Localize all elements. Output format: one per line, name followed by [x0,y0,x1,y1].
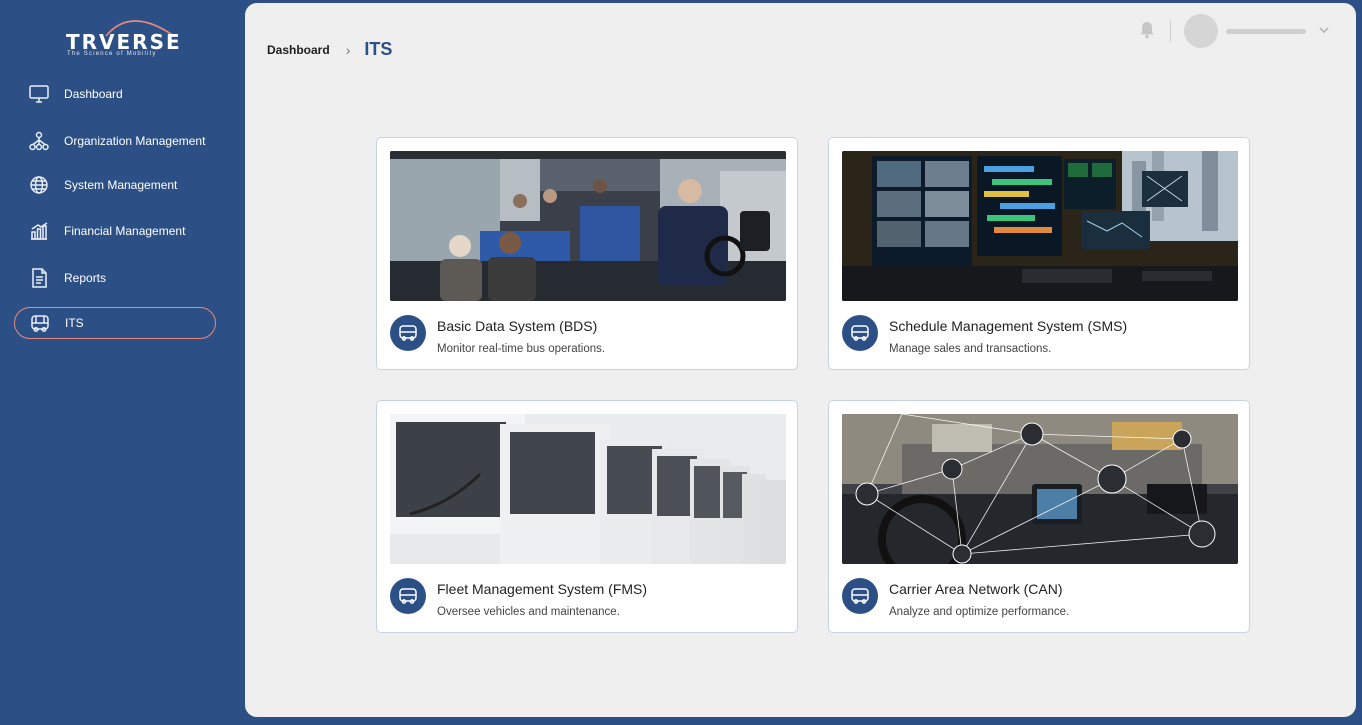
globe-icon [28,174,50,196]
main-panel: Dashboard › ITS Basic Data System (BDS) … [245,3,1356,717]
bus-icon [842,315,878,351]
sidebar-item-label: System Management [64,178,178,192]
breadcrumb: Dashboard › ITS [267,39,392,60]
bus-icon [390,578,426,614]
monitor-icon [28,83,50,105]
card-title: Schedule Management System (SMS) [889,318,1128,334]
sidebar-item-label: Organization Management [64,134,206,148]
card-can[interactable]: Carrier Area Network (CAN) Analyze and o… [828,400,1250,633]
control-room-image [842,151,1238,301]
sidebar-item-reports[interactable]: Reports [14,262,216,294]
sidebar-item-label: Dashboard [64,87,123,101]
network-dashboard-image [842,414,1238,564]
card-fms[interactable]: Fleet Management System (FMS) Oversee ve… [376,400,798,633]
header-divider [1170,20,1171,42]
card-title: Fleet Management System (FMS) [437,581,648,597]
sidebar-item-its[interactable]: ITS [14,307,216,339]
user-name-placeholder[interactable] [1226,29,1306,34]
avatar[interactable] [1184,14,1218,48]
card-sms[interactable]: Schedule Management System (SMS) Manage … [828,137,1250,370]
document-icon [28,267,50,289]
bar-chart-icon [28,220,50,242]
sidebar-item-label: Reports [64,271,107,285]
card-title: Carrier Area Network (CAN) [889,581,1063,597]
sidebar-item-label: ITS [65,316,84,330]
bus-icon [29,312,51,334]
bus-icon [842,578,878,614]
breadcrumb-separator: › [345,41,351,58]
card-title: Basic Data System (BDS) [437,318,598,334]
card-description: Monitor real-time bus operations. [437,343,606,355]
sidebar-item-organization-management[interactable]: Organization Management [14,125,216,157]
chevron-down-icon[interactable] [1317,23,1331,42]
bus-icon [390,315,426,351]
sidebar-item-financial-management[interactable]: Financial Management [14,215,216,247]
brand-logo[interactable]: TRVERSE The Science of Mobility [56,10,186,62]
card-description: Analyze and optimize performance. [889,606,1070,618]
bus-interior-image [390,151,786,301]
sidebar: TRVERSE The Science of Mobility Dashboar… [0,0,245,725]
card-description: Manage sales and transactions. [889,343,1052,355]
card-bds[interactable]: Basic Data System (BDS) Monitor real-tim… [376,137,798,370]
card-description: Oversee vehicles and maintenance. [437,606,620,618]
page-title: ITS [364,39,393,59]
org-chart-icon [28,130,50,152]
bus-fleet-image [390,414,786,564]
bell-icon[interactable] [1138,20,1156,45]
brand-tagline: The Science of Mobility [67,51,157,57]
sidebar-item-dashboard[interactable]: Dashboard [14,78,216,110]
sidebar-item-system-management[interactable]: System Management [14,169,216,201]
sidebar-item-label: Financial Management [64,224,186,238]
breadcrumb-home-link[interactable]: Dashboard [267,43,330,57]
